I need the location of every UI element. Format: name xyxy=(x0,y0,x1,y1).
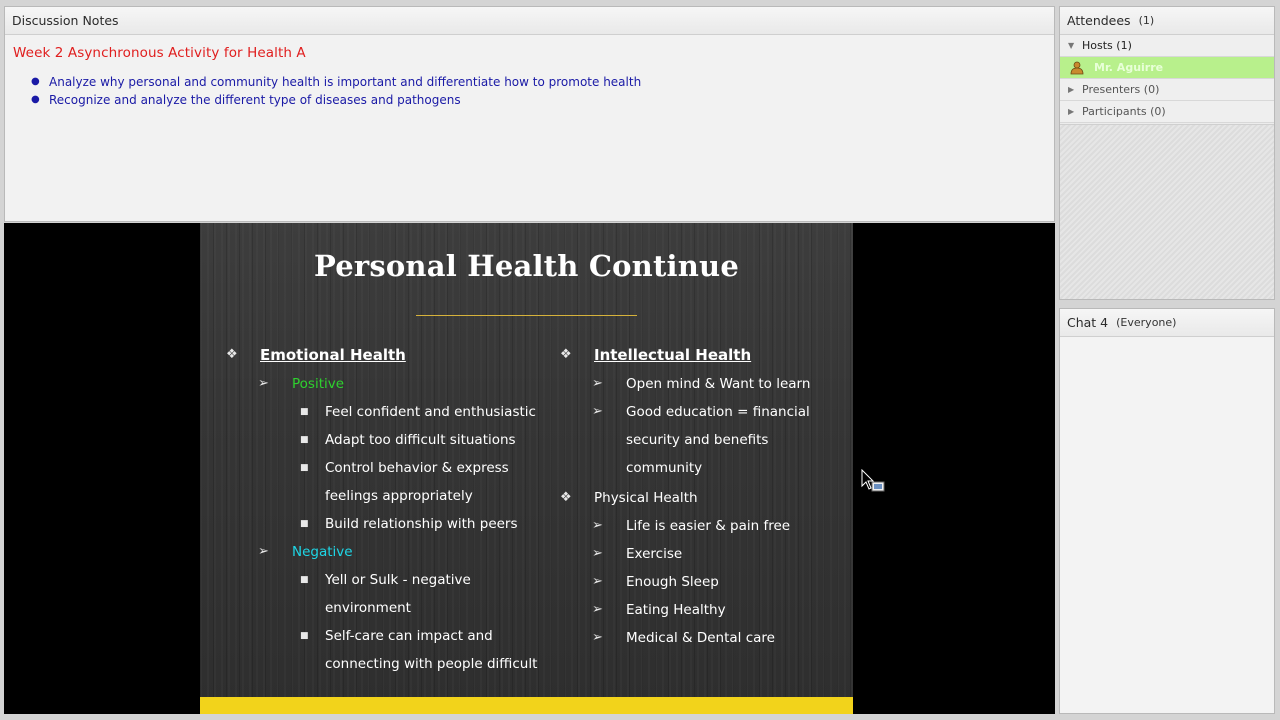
square-bullet-icon: ■ xyxy=(300,631,309,641)
arrow-bullet-icon: ➢ xyxy=(592,602,603,617)
notes-pod-header[interactable]: Discussion Notes xyxy=(5,7,1054,35)
emotional-health-column: ❖ Emotional Health ➢ Positive ■ Feel conf… xyxy=(226,341,556,678)
host-user-icon xyxy=(1070,61,1084,74)
notes-bullet: ● Analyze why personal and community heal… xyxy=(31,75,642,89)
list-item: ➢ Good education = financial xyxy=(560,398,850,426)
list-item: ➢ Exercise xyxy=(560,540,850,568)
arrow-bullet-icon: ➢ xyxy=(258,544,269,559)
title-divider xyxy=(416,315,637,316)
emotional-health-heading: Emotional Health xyxy=(260,346,406,364)
chat-title: Chat 4 xyxy=(1067,315,1109,330)
positive-label: Positive xyxy=(292,376,345,392)
emotional-health-heading-row: ❖ Emotional Health xyxy=(226,341,556,370)
bullet-dot-icon: ● xyxy=(31,94,40,105)
host-name: Mr. Aguirre xyxy=(1094,61,1164,74)
intellectual-physical-column: ❖ Intellectual Health ➢ Open mind & Want … xyxy=(560,341,850,652)
notes-bullet: ● Recognize and analyze the different typ… xyxy=(31,93,461,107)
host-attendee-row[interactable]: Mr. Aguirre xyxy=(1060,57,1274,79)
triangle-right-icon: ▶ xyxy=(1068,85,1075,94)
list-item-continuation: community xyxy=(626,460,703,476)
chat-scope: (Everyone) xyxy=(1116,316,1177,329)
participants-group[interactable]: ▶ Participants (0) xyxy=(1060,101,1274,123)
list-item-continuation: environment xyxy=(325,600,411,616)
triangle-down-icon: ▼ xyxy=(1068,41,1075,50)
square-bullet-icon: ■ xyxy=(300,519,309,529)
list-item: ➢ Enough Sleep xyxy=(560,568,850,596)
arrow-bullet-icon: ➢ xyxy=(592,518,603,533)
list-item: ■ Self-care can impact and xyxy=(226,622,556,650)
list-item-continuation: connecting with people difficult xyxy=(325,656,538,672)
share-pod: Personal Health Continue ❖ Emotional Hea… xyxy=(4,223,1055,714)
attendees-title: Attendees xyxy=(1067,13,1131,28)
list-item: ■ Feel confident and enthusiastic xyxy=(226,398,556,426)
diamond-bullet-icon: ❖ xyxy=(560,347,572,362)
arrow-bullet-icon: ➢ xyxy=(592,574,603,589)
square-bullet-icon: ■ xyxy=(300,463,309,473)
arrow-bullet-icon: ➢ xyxy=(258,376,269,391)
attendees-empty-area xyxy=(1060,124,1274,299)
slide-accent-bar xyxy=(200,697,853,714)
physical-health-heading: Physical Health xyxy=(594,490,698,506)
list-item-continuation: feelings appropriately xyxy=(325,488,473,504)
attendees-pod-header[interactable]: Attendees (1) xyxy=(1060,7,1274,35)
diamond-bullet-icon: ❖ xyxy=(560,490,572,505)
list-item: ■ Control behavior & express xyxy=(226,454,556,482)
list-item-continuation: security and benefits xyxy=(626,432,769,448)
negative-label: Negative xyxy=(292,544,353,560)
presenters-group[interactable]: ▶ Presenters (0) xyxy=(1060,79,1274,101)
intellectual-health-heading-row: ❖ Intellectual Health xyxy=(560,341,850,370)
notes-bullet-list: ● Analyze why personal and community heal… xyxy=(31,73,1054,109)
square-bullet-icon: ■ xyxy=(300,407,309,417)
discussion-notes-pod: Discussion Notes Week 2 Asynchronous Act… xyxy=(4,6,1055,222)
mouse-cursor-icon xyxy=(861,469,885,492)
slide-title: Personal Health Continue xyxy=(314,249,739,283)
arrow-bullet-icon: ➢ xyxy=(592,376,603,391)
list-item: ➢ Life is easier & pain free xyxy=(560,512,850,540)
bullet-dot-icon: ● xyxy=(31,76,40,87)
triangle-right-icon: ▶ xyxy=(1068,107,1075,116)
physical-health-heading-row: ❖ Physical Health xyxy=(560,484,850,512)
notes-title: Week 2 Asynchronous Activity for Health … xyxy=(13,45,306,61)
arrow-bullet-icon: ➢ xyxy=(592,404,603,419)
list-item: ■ Build relationship with peers xyxy=(226,510,556,538)
attendees-pod: Attendees (1) ▼ Hosts (1) Mr. Aguirre ▶ … xyxy=(1059,6,1275,300)
arrow-bullet-icon: ➢ xyxy=(592,630,603,645)
attendees-count: (1) xyxy=(1138,14,1155,27)
chat-pod: Chat 4 (Everyone) xyxy=(1059,308,1275,714)
presentation-slide: Personal Health Continue ❖ Emotional Hea… xyxy=(200,223,853,714)
intellectual-health-heading: Intellectual Health xyxy=(594,346,752,364)
list-item: ➢ Eating Healthy xyxy=(560,596,850,624)
positive-row: ➢ Positive xyxy=(226,370,556,398)
diamond-bullet-icon: ❖ xyxy=(226,347,238,362)
square-bullet-icon: ■ xyxy=(300,575,309,585)
square-bullet-icon: ■ xyxy=(300,435,309,445)
chat-pod-header[interactable]: Chat 4 (Everyone) xyxy=(1060,309,1274,337)
hosts-group[interactable]: ▼ Hosts (1) xyxy=(1060,35,1274,57)
list-item: ■ Adapt too difficult situations xyxy=(226,426,556,454)
list-item: ➢ Medical & Dental care xyxy=(560,624,850,652)
list-item: ■ Yell or Sulk - negative xyxy=(226,566,556,594)
list-item: ➢ Open mind & Want to learn xyxy=(560,370,850,398)
negative-row: ➢ Negative xyxy=(226,538,556,566)
notes-pod-title: Discussion Notes xyxy=(12,13,119,28)
arrow-bullet-icon: ➢ xyxy=(592,546,603,561)
